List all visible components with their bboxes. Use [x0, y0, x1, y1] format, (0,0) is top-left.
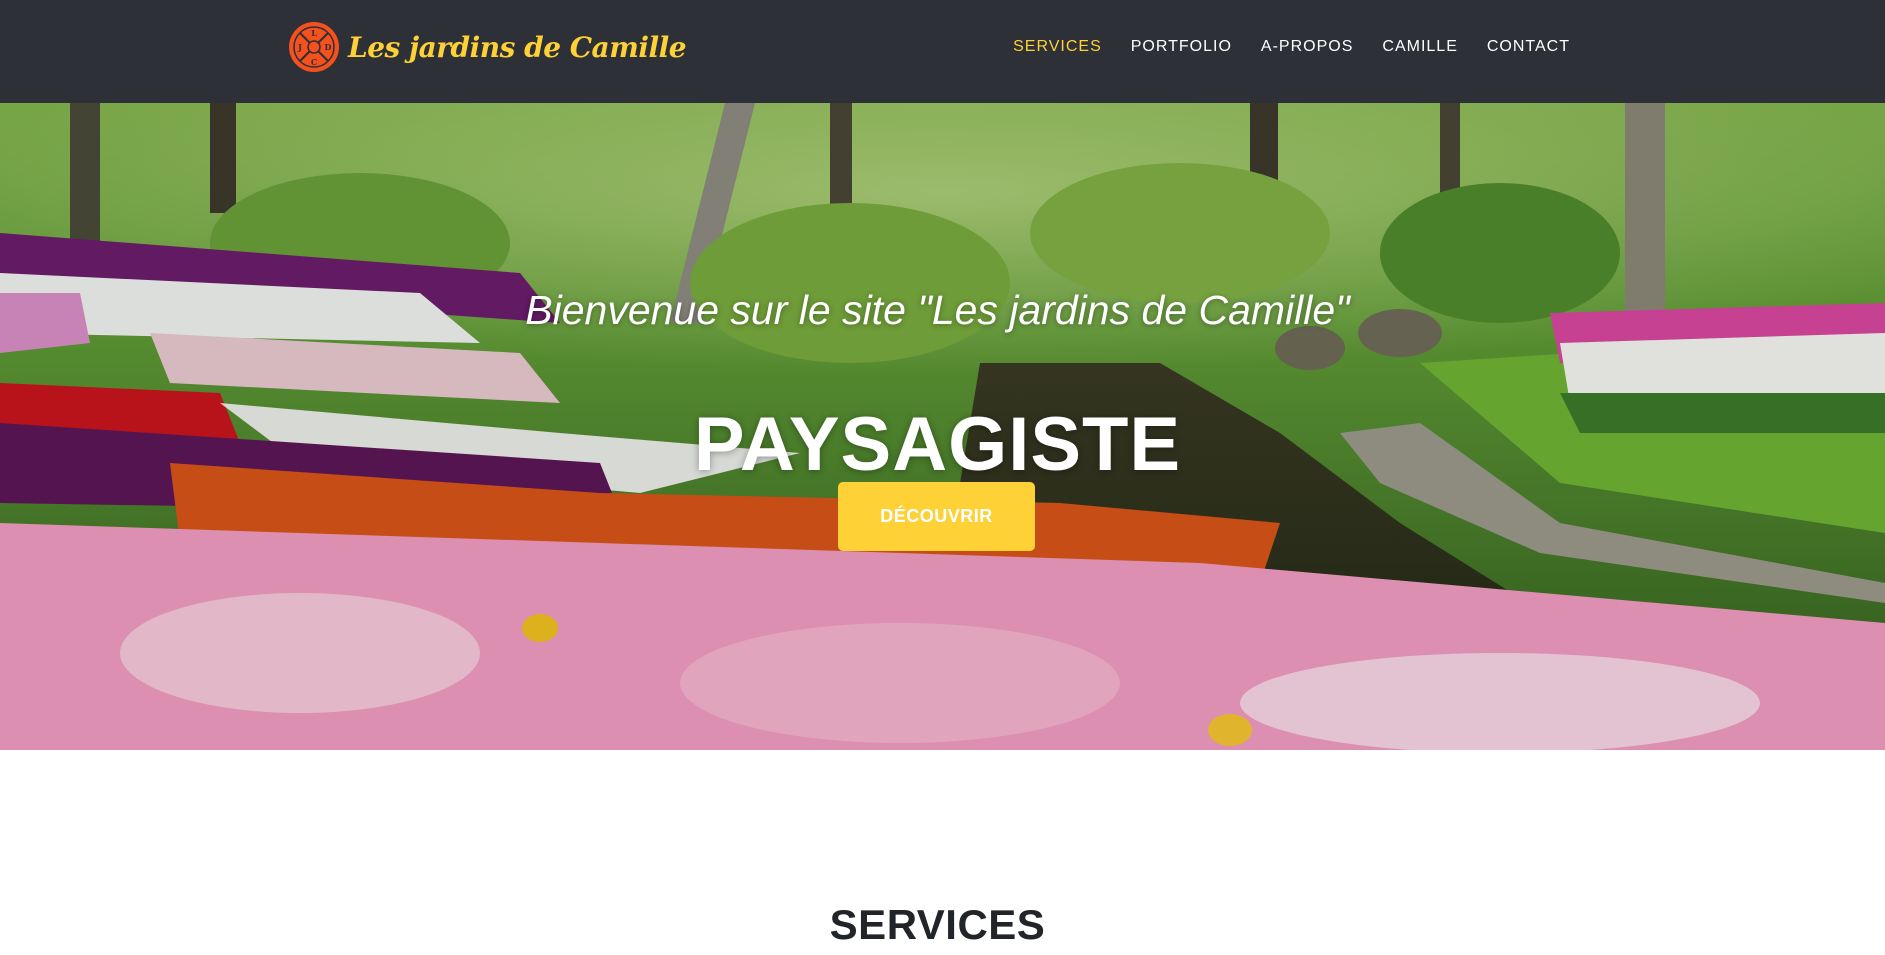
nav-item-services[interactable]: SERVICES [1013, 38, 1102, 56]
brand-link[interactable]: L J D C Les jardins de Camille [288, 20, 687, 74]
logo-letter-bottom: C [311, 57, 317, 67]
nav-item-portfolio[interactable]: PORTFOLIO [1131, 38, 1232, 56]
brand-name: Les jardins de Camille [348, 30, 687, 64]
garden-emblem-icon: L J D C [289, 22, 339, 72]
navbar: L J D C Les jardins de Camille SERVICES … [0, 0, 1885, 103]
nav-item-camille[interactable]: CAMILLE [1382, 38, 1457, 56]
nav-menu: SERVICES PORTFOLIO A-PROPOS CAMILLE CONT… [1013, 0, 1570, 93]
logo-letter-top: L [311, 28, 317, 38]
hero-section: Bienvenue sur le site "Les jardins de Ca… [0, 103, 1885, 750]
discover-button[interactable]: DÉCOUVRIR [838, 482, 1035, 551]
nav-item-a-propos[interactable]: A-PROPOS [1261, 38, 1353, 56]
nav-item-contact[interactable]: CONTACT [1487, 38, 1570, 56]
services-title: SERVICES [829, 901, 1046, 948]
hero-welcome-text: Bienvenue sur le site "Les jardins de Ca… [525, 287, 1350, 333]
logo-letter-right: D [325, 42, 332, 52]
logo-letter-left: J [297, 42, 302, 52]
hero-heading: PAYSAGISTE [693, 401, 1182, 487]
